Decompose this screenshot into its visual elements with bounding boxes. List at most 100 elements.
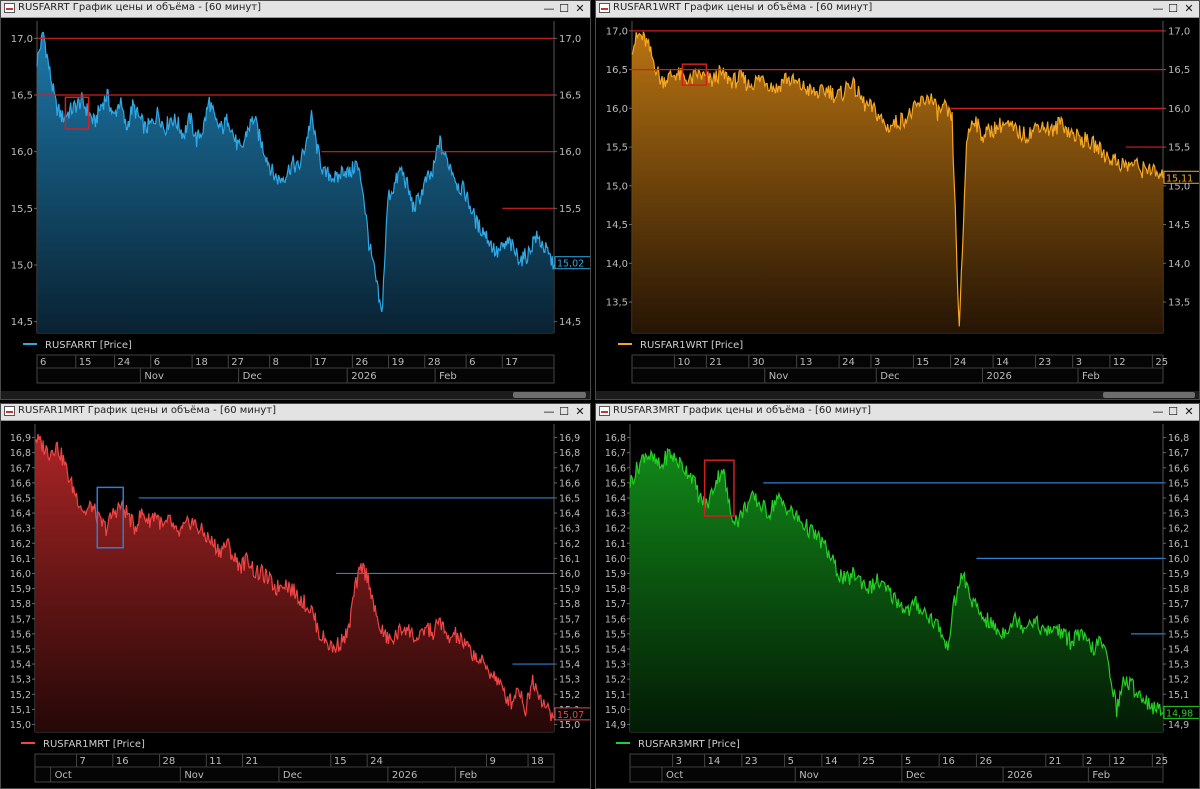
- price-chart[interactable]: 13,5 13,514,0 14,014,5 14,515,0 15,015,5 15,5…: [596, 17, 1200, 400]
- x-tick-label: 14: [708, 756, 721, 767]
- close-icon[interactable]: ✕: [573, 1, 587, 16]
- close-icon[interactable]: ✕: [573, 404, 587, 419]
- y-tick-label-left: 14,5: [606, 220, 628, 231]
- month-label: Feb: [1092, 770, 1110, 781]
- y-tick-label-right: 15,9: [559, 584, 580, 595]
- maximize-icon[interactable]: ☐: [557, 404, 571, 419]
- price-chart[interactable]: 15,015,015,115,115,215,215,315,315,415,4…: [1, 420, 591, 789]
- x-tick-label: 17: [314, 357, 327, 368]
- x-tick-label: 17: [505, 357, 518, 368]
- y-tick-label-right: 15,7: [1168, 599, 1189, 610]
- month-label: 2026: [1007, 770, 1032, 781]
- x-tick-label: 15: [334, 756, 347, 767]
- y-tick-label-left: 14,9: [605, 720, 626, 731]
- y-tick-label-left: 16,0: [605, 554, 626, 565]
- y-tick-label-left: 15,6: [605, 614, 626, 625]
- chart-window-rusfar3mrt[interactable]: RUSFAR3MRT График цены и объёма - [60 ми…: [595, 403, 1200, 789]
- y-tick-label-left: 14,5: [11, 317, 33, 328]
- x-tick-label: 16: [942, 756, 955, 767]
- y-tick-label-left: 16,6: [605, 463, 626, 474]
- y-tick-label-right: 17,0: [1168, 26, 1190, 37]
- legend-label: RUSFAR3MRT [Price]: [638, 739, 740, 750]
- x-tick-label: 14: [996, 357, 1009, 368]
- y-tick-label-right: 16,7: [1168, 448, 1189, 459]
- price-chart[interactable]: 14,514,515,015,015,515,516,016,016,516,5…: [1, 17, 591, 400]
- y-tick-label-right: 15,5: [1168, 629, 1189, 640]
- y-tick-label-right: 15,1: [1168, 690, 1189, 701]
- chart-window-rusfar1mrt[interactable]: RUSFAR1MRT График цены и объёма - [60 ми…: [0, 403, 591, 789]
- y-tick-label-right: 16,4: [1168, 493, 1189, 504]
- y-tick-label-right: 14,5: [559, 317, 581, 328]
- y-tick-label-left: 15,8: [10, 599, 31, 610]
- x-tick-label: 19: [392, 357, 405, 368]
- y-tick-label-right: 14,0: [1168, 259, 1190, 270]
- y-tick-label-left: 15,2: [10, 690, 31, 701]
- x-tick-label: 25: [1155, 756, 1168, 767]
- y-tick-label-left: 15,1: [605, 690, 626, 701]
- x-tick-label: 3: [874, 357, 880, 368]
- window-titlebar[interactable]: RUSFARRT График цены и объёма - [60 мину…: [1, 1, 590, 18]
- x-tick-label: 3: [676, 756, 682, 767]
- x-tick-label: 12: [1113, 756, 1126, 767]
- x-tick-label: 21: [709, 357, 722, 368]
- y-tick-label-right: 16,6: [1168, 463, 1189, 474]
- month-label: Nov: [144, 371, 164, 382]
- month-label: 2026: [986, 371, 1011, 382]
- x-tick-label: 3: [1076, 357, 1082, 368]
- y-tick-label-right: 16,3: [559, 524, 580, 535]
- horizontal-scrollbar[interactable]: [596, 391, 1199, 399]
- x-tick-label: 6: [40, 357, 46, 368]
- window-titlebar[interactable]: RUSFAR3MRT График цены и объёма - [60 ми…: [596, 404, 1199, 421]
- close-icon[interactable]: ✕: [1182, 1, 1196, 16]
- minimize-icon[interactable]: —: [542, 404, 556, 419]
- y-tick-label-left: 15,5: [10, 644, 31, 655]
- close-icon[interactable]: ✕: [1182, 404, 1196, 419]
- x-tick-label: 26: [355, 357, 368, 368]
- scrollbar-thumb[interactable]: [513, 392, 586, 398]
- maximize-icon[interactable]: ☐: [1166, 404, 1180, 419]
- x-tick-label: 15: [916, 357, 929, 368]
- chart-window-rusfarrt[interactable]: RUSFARRT График цены и объёма - [60 мину…: [0, 0, 591, 400]
- y-tick-label-left: 15,9: [605, 569, 626, 580]
- y-tick-label-left: 16,0: [10, 569, 31, 580]
- x-tick-label: 15: [79, 357, 92, 368]
- window-title: RUSFAR3MRT График цены и объёма - [60 ми…: [613, 405, 871, 416]
- price-area: [630, 449, 1163, 732]
- minimize-icon[interactable]: —: [542, 1, 556, 16]
- y-tick-label-right: 16,0: [1168, 554, 1189, 565]
- y-tick-label-right: 17,0: [559, 34, 581, 45]
- app-icon: [599, 406, 610, 416]
- y-tick-label-left: 17,0: [11, 34, 33, 45]
- x-tick-label: 6: [469, 357, 475, 368]
- y-tick-label-right: 16,5: [1168, 65, 1190, 76]
- horizontal-scrollbar[interactable]: [1, 391, 590, 399]
- y-tick-label-right: 15,3: [559, 675, 580, 686]
- x-tick-label: 27: [231, 357, 244, 368]
- y-tick-label-left: 13,5: [606, 298, 628, 309]
- x-tick-label: 18: [195, 357, 208, 368]
- price-chart[interactable]: 14,914,915,015,015,115,115,215,215,315,3…: [596, 420, 1200, 789]
- app-icon: [4, 3, 15, 13]
- y-tick-label-right: 15,4: [559, 660, 580, 671]
- month-label: Dec: [283, 770, 302, 781]
- minimize-icon[interactable]: —: [1151, 404, 1165, 419]
- legend-label: RUSFAR1MRT [Price]: [43, 739, 145, 750]
- y-tick-label-right: 16,3: [1168, 509, 1189, 520]
- month-label: Oct: [55, 770, 72, 781]
- window-title: RUSFAR1MRT График цены и объёма - [60 ми…: [18, 405, 276, 416]
- month-label: Feb: [459, 770, 477, 781]
- y-tick-label-left: 16,7: [10, 463, 31, 474]
- y-tick-label-left: 14,0: [606, 259, 628, 270]
- y-tick-label-right: 15,9: [1168, 569, 1189, 580]
- scrollbar-thumb[interactable]: [1102, 392, 1195, 398]
- window-titlebar[interactable]: RUSFAR1WRT График цены и объёма - [60 ми…: [596, 1, 1199, 18]
- y-tick-label-left: 15,5: [605, 629, 626, 640]
- x-tick-label: 21: [1049, 756, 1062, 767]
- x-tick-label: 18: [531, 756, 544, 767]
- y-tick-label-left: 15,0: [11, 261, 33, 272]
- maximize-icon[interactable]: ☐: [557, 1, 571, 16]
- maximize-icon[interactable]: ☐: [1166, 1, 1180, 16]
- chart-window-rusfar1wrt[interactable]: RUSFAR1WRT График цены и объёма - [60 ми…: [595, 0, 1200, 400]
- window-titlebar[interactable]: RUSFAR1MRT График цены и объёма - [60 ми…: [1, 404, 590, 421]
- minimize-icon[interactable]: —: [1151, 1, 1165, 16]
